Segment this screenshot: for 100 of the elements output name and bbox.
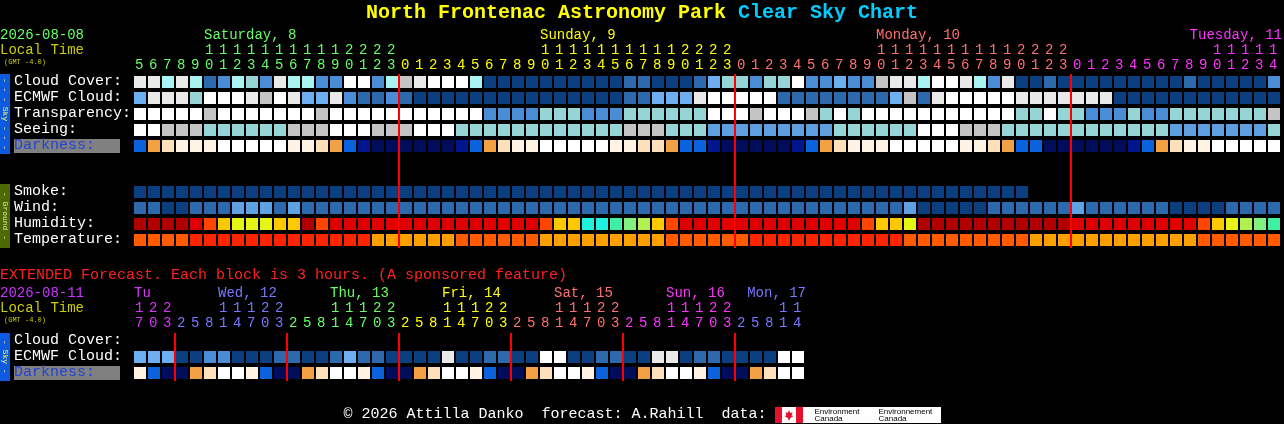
hour-tens-digit: 2 [708, 301, 719, 316]
row-label: Wind: [14, 200, 59, 216]
hour-digit: 7 [694, 316, 705, 331]
local-time-label: Local Time [0, 301, 85, 316]
day-label: Monday, 10 [876, 28, 961, 43]
day-label: Tuesday, 11 [1189, 28, 1282, 43]
day-label: Sat, 15 [554, 286, 614, 301]
row-label: Darkness: [14, 366, 120, 380]
hour-digit: 5 [302, 316, 313, 331]
hour-tens-digit: 2 [722, 301, 733, 316]
hour-digit: 8 [204, 316, 215, 331]
hour-tens-digit: 1 [876, 43, 887, 58]
forecast-date: 2026-08-08 [0, 28, 85, 43]
hour-digit: 0 [372, 316, 383, 331]
row-label: Cloud Cover: [14, 333, 123, 349]
hour-tens-digit: 1 [932, 43, 943, 58]
hour-tens-digit: 1 [246, 43, 257, 58]
hour-digit: 4 [456, 316, 467, 331]
hour-tens-digit: 1 [1226, 43, 1237, 58]
row-label: ECMWF Cloud: [14, 349, 123, 365]
hour-digit: 1 [1226, 58, 1237, 73]
hour-tens-digit: 1 [1002, 43, 1013, 58]
hour-tens-digit: 2 [1058, 43, 1069, 58]
hour-digit: 2 [624, 316, 635, 331]
hour-digit: 2 [372, 58, 383, 73]
hour-digit: 3 [722, 58, 733, 73]
hour-digit: 9 [666, 58, 677, 73]
hour-digit: 3 [274, 316, 285, 331]
hour-digit: 3 [386, 316, 397, 331]
hour-digit: 4 [260, 58, 271, 73]
site-title: North Frontenac Astronomy Park [365, 3, 726, 23]
hour-digit: 9 [526, 58, 537, 73]
hour-digit: 8 [652, 316, 663, 331]
hour-digit: 4 [1268, 58, 1279, 73]
day-label: Saturday, 8 [204, 28, 298, 43]
hour-digit: 4 [792, 316, 803, 331]
day-label: Mon, 17 [747, 286, 806, 301]
day-divider-line [286, 333, 288, 381]
hour-tens-digit: 1 [442, 301, 453, 316]
hour-tens-digit: 1 [358, 301, 369, 316]
hour-digit: 8 [764, 316, 775, 331]
hour-tens-digit: 1 [232, 43, 243, 58]
hour-digit: 0 [708, 316, 719, 331]
hour-digit: 4 [456, 58, 467, 73]
hour-tens-digit: 1 [316, 43, 327, 58]
hour-digit: 2 [708, 58, 719, 73]
hour-digit: 8 [316, 58, 327, 73]
hour-tens-digit: 2 [386, 43, 397, 58]
hour-digit: 6 [148, 58, 159, 73]
hour-tens-digit: 1 [232, 301, 243, 316]
hour-digit: 7 [1170, 58, 1181, 73]
hour-digit: 9 [1198, 58, 1209, 73]
hour-digit: 0 [148, 316, 159, 331]
hour-digit: 2 [1240, 58, 1251, 73]
hour-digit: 5 [610, 58, 621, 73]
hour-digit: 0 [1072, 58, 1083, 73]
hour-tens-digit: 2 [694, 43, 705, 58]
day-label: Fri, 14 [442, 286, 502, 301]
logo-text: Canada [878, 415, 908, 422]
hour-digit: 0 [204, 58, 215, 73]
hour-digit: 4 [232, 316, 243, 331]
hour-digit: 3 [1254, 58, 1265, 73]
hour-digit: 0 [596, 316, 607, 331]
hour-digit: 7 [358, 316, 369, 331]
hour-digit: 0 [400, 58, 411, 73]
hour-digit: 1 [554, 316, 565, 331]
hour-digit: 1 [1086, 58, 1097, 73]
hour-digit: 3 [386, 58, 397, 73]
row-label: Seeing: [14, 122, 77, 138]
hour-tens-digit: 1 [274, 43, 285, 58]
hour-digit: 9 [862, 58, 873, 73]
logo-text: Canada [814, 415, 844, 422]
hour-digit: 8 [988, 58, 999, 73]
day-label: Tu [134, 286, 152, 301]
hour-digit: 4 [344, 316, 355, 331]
hour-digit: 3 [498, 316, 509, 331]
hour-digit: 1 [358, 58, 369, 73]
hour-digit: 7 [246, 316, 257, 331]
hour-digit: 1 [442, 316, 453, 331]
hour-digit: 1 [778, 316, 789, 331]
hour-digit: 1 [554, 58, 565, 73]
hour-tens-digit: 1 [680, 301, 691, 316]
hour-digit: 2 [232, 58, 243, 73]
hour-tens-digit: 1 [344, 301, 355, 316]
day-divider-line [510, 333, 512, 381]
hour-digit: 9 [330, 58, 341, 73]
hour-tens-digit: 1 [1254, 43, 1265, 58]
hour-digit: 3 [582, 58, 593, 73]
hour-tens-digit: 1 [890, 43, 901, 58]
hour-digit: 4 [792, 58, 803, 73]
hour-tens-digit: 2 [372, 301, 383, 316]
hour-digit: 4 [596, 58, 607, 73]
hour-tens-digit: 1 [470, 301, 481, 316]
hour-tens-digit: 1 [302, 43, 313, 58]
hour-tens-digit: 1 [246, 301, 257, 316]
flag-icon [774, 407, 803, 423]
hour-tens-digit: 2 [162, 301, 173, 316]
hour-tens-digit: 2 [1044, 43, 1055, 58]
hour-tens-digit: 2 [386, 301, 397, 316]
hour-tens-digit: 2 [1030, 43, 1041, 58]
